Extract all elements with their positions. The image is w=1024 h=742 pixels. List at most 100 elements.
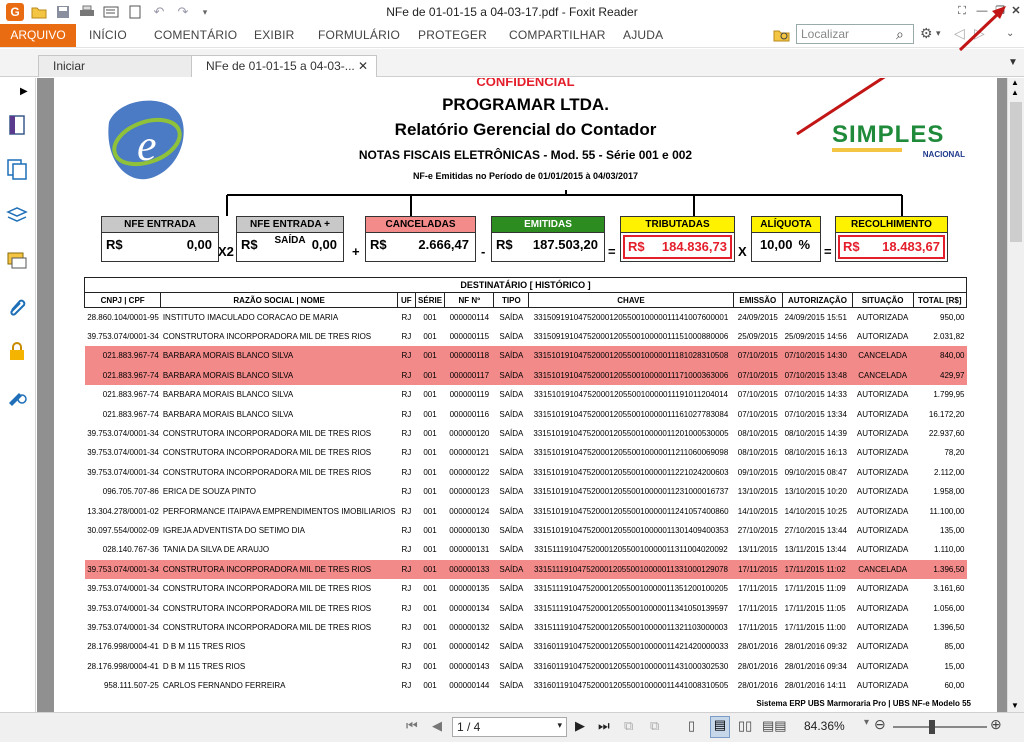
scroll-thumb[interactable] — [1010, 102, 1022, 242]
previous-page-icon[interactable]: ◀ — [432, 718, 442, 734]
scroll-up-icon[interactable]: ▲ — [1011, 88, 1019, 97]
table-cell: SAÍDA — [499, 681, 524, 691]
settings-dropdown-icon[interactable]: ▾ — [936, 28, 941, 39]
table-cell: BARBARA MORAIS BLANCO SILVA — [160, 346, 398, 366]
comments-icon[interactable] — [6, 250, 28, 272]
op-plus: + — [352, 244, 360, 259]
table-cell: RJ — [397, 365, 416, 386]
pdf-page: e CONFIDENCIAL PROGRAMAR LTDA. Relatório… — [54, 78, 997, 712]
zoom-out-icon[interactable]: ⊖ — [874, 716, 886, 733]
tab-exibir[interactable]: EXIBIR — [254, 28, 295, 42]
next-page-icon[interactable]: ▶ — [575, 718, 585, 734]
table-cell: SAÍDA — [499, 390, 524, 400]
back-view-icon[interactable]: ⧉ — [624, 718, 633, 734]
tab-comentario[interactable]: COMENTÁRIO — [154, 28, 237, 42]
fullscreen-icon[interactable]: ⛶ — [952, 2, 972, 20]
table-cell: 07/10/2015 14:30 — [782, 346, 853, 366]
table-cell: 3315101910475200012055001000001119101120… — [533, 390, 728, 400]
tab-proteger[interactable]: PROTEGER — [418, 28, 487, 42]
pages-icon[interactable] — [6, 158, 28, 180]
minimize-button[interactable]: — — [972, 2, 992, 20]
zoom-level[interactable]: 84.36% — [804, 719, 845, 733]
table-cell: 13/10/2015 — [737, 487, 778, 497]
lock-icon[interactable] — [6, 340, 28, 362]
ribbon-collapse-icon[interactable]: ⌄ — [1006, 28, 1014, 39]
facing-page-icon[interactable]: ▯▯ — [738, 718, 752, 734]
first-page-icon[interactable]: ⏮ — [406, 718, 418, 734]
table-cell: 85,00 — [944, 642, 965, 652]
table-cell: 15,00 — [944, 661, 965, 671]
table-cell: 001 — [423, 622, 437, 632]
table-cell: RJ — [401, 390, 412, 400]
table-cell: RJ — [401, 409, 412, 419]
table-cell: 000000144 — [449, 681, 490, 691]
signature-icon[interactable] — [6, 384, 28, 406]
table-cell: 000000130 — [449, 525, 490, 535]
tab-inicio[interactable]: INÍCIO — [89, 28, 127, 42]
zoom-in-icon[interactable]: ⊕ — [990, 716, 1002, 733]
simples-nacional-logo: SIMPLES NACIONAL — [832, 121, 965, 159]
table-cell: RJ — [401, 487, 412, 497]
zoom-slider[interactable] — [893, 720, 987, 734]
company-name: PROGRAMAR LTDA. — [442, 95, 609, 114]
page-number-input[interactable]: 1 / 4 ▾ — [452, 717, 567, 737]
close-tab-icon[interactable]: ✕ — [358, 56, 368, 76]
vertical-scrollbar[interactable]: ▲ ▲ ▼ — [1007, 78, 1024, 712]
table-cell: AUTORIZADA — [856, 390, 909, 400]
forward-view-icon[interactable]: ⧉ — [650, 718, 659, 734]
table-row: 28.176.998/0004-41 D B M 115 TRES RIOS RJ 0… — [85, 657, 967, 676]
file-menu-button[interactable]: ARQUIVO — [0, 24, 76, 47]
tab-ajuda[interactable]: AJUDA — [623, 28, 663, 42]
continuous-facing-icon[interactable]: ▤▤ — [762, 718, 787, 734]
table-cell: 39.753.074/0001-34 — [87, 584, 159, 594]
tab-current-document[interactable]: NFe de 01-01-15 a 04-03-... ✕ — [191, 55, 377, 77]
table-cell: AUTORIZADA — [856, 584, 909, 594]
table-cell: 001 — [423, 506, 437, 516]
table-cell: 30.097.554/0002-09 — [87, 525, 159, 535]
last-page-icon[interactable]: ⏭ — [598, 718, 610, 734]
table-cell: 25/09/2015 — [737, 332, 778, 342]
zoom-slider-thumb[interactable] — [929, 720, 935, 734]
table-cell: 17/11/2015 — [738, 584, 778, 594]
expand-panel-icon[interactable]: ▶ — [20, 86, 28, 97]
attachment-icon[interactable] — [6, 294, 28, 316]
canceladas-box: CANCELADAS R$ 2.666,47 — [365, 216, 476, 262]
scroll-top-icon[interactable]: ▲ — [1011, 78, 1019, 87]
table-cell: SAÍDA — [499, 467, 524, 477]
document-tabs: Iniciar NFe de 01-01-15 a 04-03-... ✕ ▼ — [0, 49, 1024, 77]
table-cell: 3315101910475200012055001000001120100053… — [533, 429, 729, 439]
table-cell: AUTORIZADA — [856, 525, 909, 535]
table-cell: 39.753.074/0001-34 — [87, 467, 159, 477]
table-cell: RJ — [401, 467, 412, 477]
single-page-icon[interactable]: ▯ — [688, 718, 695, 734]
tab-compartilhar[interactable]: COMPARTILHAR — [509, 28, 606, 42]
zoom-dropdown-icon[interactable]: ▾ — [864, 717, 869, 728]
forward-icon[interactable]: ▷ — [974, 25, 985, 42]
table-cell: 000000123 — [449, 487, 490, 497]
scroll-down-icon[interactable]: ▼ — [1011, 701, 1019, 710]
gear-icon[interactable]: ⚙ — [920, 25, 933, 42]
table-cell: 3316011910475200012055001000001142142000… — [533, 642, 729, 652]
op-times: X — [738, 244, 747, 259]
table-cell: 22.937,60 — [928, 429, 965, 439]
tab-list-dropdown-icon[interactable]: ▼ — [1008, 57, 1018, 68]
table-row: 39.753.074/0001-34 CONSTRUTORA INCORPORAD… — [85, 463, 967, 482]
table-cell: 3315101910475200012055001000001116102778… — [533, 409, 729, 419]
page-thumbnail-icon[interactable] — [6, 114, 28, 136]
table-cell: CANCELADA — [852, 346, 914, 366]
layers-icon[interactable] — [6, 204, 28, 226]
table-cell: 28.176.998/0004-41 — [87, 661, 159, 671]
continuous-page-icon[interactable]: ▤ — [710, 716, 730, 738]
table-cell: BARBARA MORAIS BLANCO SILVA — [160, 365, 398, 386]
table-cell: 17/11/2015 11:09 — [784, 584, 846, 594]
table-cell: AUTORIZADA — [856, 312, 909, 322]
table-cell: 3315101910475200012055001000001117100036… — [528, 365, 734, 386]
back-icon[interactable]: ◁ — [954, 25, 965, 42]
search-icon[interactable]: ⌕ — [896, 26, 904, 43]
tab-iniciar[interactable]: Iniciar — [38, 55, 192, 77]
tab-formulario[interactable]: FORMULÁRIO — [318, 28, 400, 42]
close-button[interactable]: ✕ — [1006, 2, 1024, 20]
find-folder-icon[interactable] — [773, 27, 791, 43]
table-cell: 1.110,00 — [933, 545, 965, 555]
table-cell: 09/10/2015 08:47 — [784, 467, 847, 477]
